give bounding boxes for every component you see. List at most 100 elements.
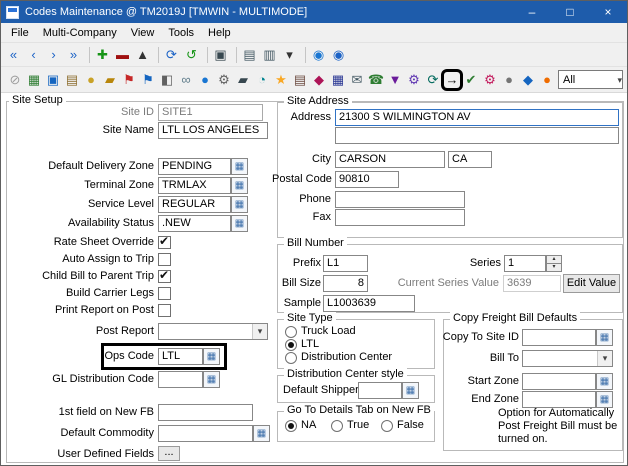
fax-field[interactable]	[335, 209, 465, 226]
prefix-field[interactable]: L1	[323, 255, 368, 272]
refresh-icon[interactable]: ⟳	[163, 47, 180, 63]
auto-assign-to-trip-checkbox[interactable]	[158, 253, 171, 266]
copy-to-site-id-field[interactable]	[522, 329, 596, 346]
go-to-details-na-radio[interactable]	[285, 420, 297, 432]
add-record-icon[interactable]: ✚	[94, 47, 111, 63]
chart-icon[interactable]: ▦	[330, 72, 346, 88]
bill-to-combo[interactable]	[522, 350, 613, 367]
go-to-details-true-radio[interactable]	[331, 420, 343, 432]
phone-field[interactable]	[335, 191, 465, 208]
toolbar-filter-combo[interactable]: All	[558, 70, 623, 89]
service-level-lookup-button[interactable]	[231, 196, 248, 213]
default-commodity-lookup-button[interactable]	[253, 425, 270, 442]
check-icon[interactable]: ✔	[463, 72, 479, 88]
first-field-on-new-fb-field[interactable]	[158, 404, 253, 421]
minimize-icon[interactable]: –	[513, 1, 551, 23]
postal-code-field[interactable]: 90810	[335, 171, 399, 188]
start-zone-lookup-button[interactable]	[596, 373, 613, 390]
default-delivery-zone-lookup-button[interactable]	[231, 158, 248, 175]
mouse-icon[interactable]: ●	[501, 72, 517, 88]
site-type-truck-load-radio[interactable]	[285, 326, 297, 338]
flag-blue-icon[interactable]: ⚑	[140, 72, 156, 88]
default-shipper-field[interactable]	[358, 382, 402, 399]
print-icon[interactable]: ▤	[241, 47, 258, 63]
post-report-combo[interactable]	[158, 323, 268, 340]
diamond-blue-icon[interactable]: ◆	[520, 72, 536, 88]
end-zone-field[interactable]	[522, 391, 596, 408]
document-icon[interactable]: ▤	[292, 72, 308, 88]
address-line1-field[interactable]: 21300 S WILMINGTON AV	[335, 109, 619, 126]
truck-icon[interactable]: ▰	[235, 72, 251, 88]
grid-icon[interactable]: ▦	[26, 72, 42, 88]
site-type-ltl-radio[interactable]	[285, 339, 297, 351]
availability-status-field[interactable]: .NEW	[158, 215, 231, 232]
menu-multi-company[interactable]: Multi-Company	[36, 25, 124, 41]
gl-distribution-code-lookup-button[interactable]	[203, 371, 220, 388]
nav-prev-icon[interactable]: ‹	[25, 47, 42, 63]
save-icon[interactable]: ▣	[212, 47, 229, 63]
spinner-down-icon[interactable]	[546, 264, 562, 272]
gear-icon[interactable]: ⚙	[216, 72, 232, 88]
link-icon[interactable]: ∞	[178, 72, 194, 88]
menu-view[interactable]: View	[124, 25, 162, 41]
list-icon[interactable]: ▤	[64, 72, 80, 88]
delete-record-icon[interactable]: ▬	[114, 47, 131, 63]
coin-icon[interactable]: ●	[83, 72, 99, 88]
menu-help[interactable]: Help	[201, 25, 238, 41]
service-level-field[interactable]: REGULAR	[158, 196, 231, 213]
maximize-icon[interactable]: □	[551, 1, 589, 23]
series-spinner[interactable]	[546, 255, 562, 272]
build-carrier-legs-checkbox[interactable]	[158, 287, 171, 300]
sample-field[interactable]: L1003639	[323, 295, 415, 312]
go-to-details-false-radio[interactable]	[381, 420, 393, 432]
address-line2-field[interactable]	[335, 127, 619, 144]
edit-value-button[interactable]: Edit Value	[563, 274, 620, 293]
star-icon[interactable]: ★	[273, 72, 289, 88]
site-name-field[interactable]: LTL LOS ANGELES	[158, 122, 268, 139]
end-zone-lookup-button[interactable]	[596, 391, 613, 408]
default-shipper-lookup-button[interactable]	[402, 382, 419, 399]
door-arrow-icon[interactable]: →	[444, 72, 460, 88]
city-field[interactable]: CARSON	[335, 151, 445, 168]
help-icon[interactable]: ◉	[330, 47, 347, 63]
user-defined-fields-button[interactable]: ...	[158, 446, 180, 461]
bill-size-field[interactable]: 8	[323, 275, 368, 292]
availability-status-lookup-button[interactable]	[231, 215, 248, 232]
print-report-on-post-checkbox[interactable]	[158, 304, 171, 317]
mail-icon[interactable]: ✉	[349, 72, 365, 88]
mark-record-icon[interactable]: ▲	[134, 47, 151, 63]
print-options-icon[interactable]: ▥	[261, 47, 278, 63]
site-type-distribution-center-radio[interactable]	[285, 352, 297, 364]
flag-red-icon[interactable]: ⚑	[121, 72, 137, 88]
print-dropdown-icon[interactable]: ▾	[281, 47, 298, 63]
nav-last-icon[interactable]: »	[65, 47, 82, 63]
copy-to-site-id-lookup-button[interactable]	[596, 329, 613, 346]
default-delivery-zone-field[interactable]: PENDING	[158, 158, 231, 175]
start-zone-field[interactable]	[522, 373, 596, 390]
phone-icon[interactable]: ☎	[368, 72, 384, 88]
nav-next-icon[interactable]: ›	[45, 47, 62, 63]
rate-sheet-override-checkbox[interactable]	[158, 236, 171, 249]
undo-icon[interactable]: ↺	[183, 47, 200, 63]
clock-icon[interactable]: ◔	[254, 72, 270, 88]
wrench-icon[interactable]: ⚙	[406, 72, 422, 88]
nav-first-icon[interactable]: «	[5, 47, 22, 63]
gl-distribution-code-field[interactable]	[158, 371, 203, 388]
menu-file[interactable]: File	[4, 25, 36, 41]
globe-icon[interactable]: ●	[197, 72, 213, 88]
spinner-up-icon[interactable]	[546, 255, 562, 264]
menu-tools[interactable]: Tools	[161, 25, 201, 41]
block-icon[interactable]: ⊘	[7, 72, 23, 88]
web-icon[interactable]: ◉	[310, 47, 327, 63]
refresh-small-icon[interactable]: ⟳	[425, 72, 441, 88]
lock-icon[interactable]: ◧	[159, 72, 175, 88]
close-icon[interactable]: ×	[589, 1, 627, 23]
pin-icon[interactable]: ◆	[311, 72, 327, 88]
child-bill-to-parent-trip-checkbox[interactable]	[158, 270, 171, 283]
gear-pink-icon[interactable]: ⚙	[482, 72, 498, 88]
sphere-icon[interactable]: ●	[539, 72, 555, 88]
calendar-icon[interactable]: ▣	[45, 72, 61, 88]
default-commodity-field[interactable]	[158, 425, 253, 442]
folder-icon[interactable]: ▰	[102, 72, 118, 88]
terminal-zone-lookup-button[interactable]	[231, 177, 248, 194]
